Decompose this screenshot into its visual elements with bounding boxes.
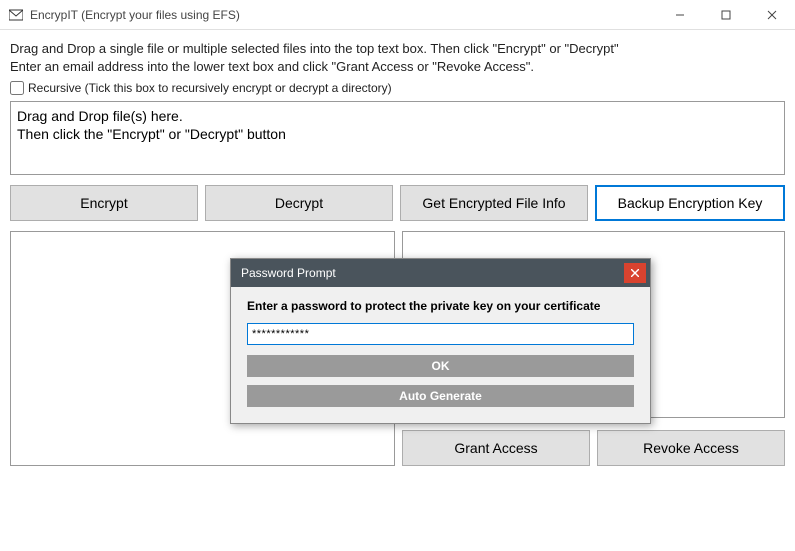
dialog-title: Password Prompt [241,266,336,280]
recursive-checkbox-row[interactable]: Recursive (Tick this box to recursively … [10,81,785,95]
window-controls [657,0,795,29]
app-icon [8,7,24,23]
password-input[interactable] [247,323,634,345]
instructions-text: Drag and Drop a single file or multiple … [10,40,785,75]
titlebar: EncrypIT (Encrypt your files using EFS) [0,0,795,30]
dialog-close-button[interactable] [624,263,646,283]
dialog-titlebar[interactable]: Password Prompt [231,259,650,287]
minimize-button[interactable] [657,0,703,29]
dropzone-line-1: Drag and Drop file(s) here. [17,107,778,125]
get-info-button[interactable]: Get Encrypted File Info [400,185,588,221]
recursive-label: Recursive (Tick this box to recursively … [28,81,392,95]
revoke-access-button[interactable]: Revoke Access [597,430,785,466]
instruction-line-2: Enter an email address into the lower te… [10,58,785,76]
decrypt-button[interactable]: Decrypt [205,185,393,221]
grant-access-button[interactable]: Grant Access [402,430,590,466]
password-prompt-dialog: Password Prompt Enter a password to prot… [230,258,651,424]
password-label: Enter a password to protect the private … [247,299,634,313]
maximize-button[interactable] [703,0,749,29]
encrypt-button[interactable]: Encrypt [10,185,198,221]
recursive-checkbox[interactable] [10,81,24,95]
dropzone-line-2: Then click the "Encrypt" or "Decrypt" bu… [17,125,778,143]
ok-button[interactable]: OK [247,355,634,377]
action-button-row: Encrypt Decrypt Get Encrypted File Info … [10,185,785,221]
file-dropzone[interactable]: Drag and Drop file(s) here. Then click t… [10,101,785,175]
backup-key-button[interactable]: Backup Encryption Key [595,185,785,221]
close-button[interactable] [749,0,795,29]
window-title: EncrypIT (Encrypt your files using EFS) [30,8,657,22]
access-button-row: Grant Access Revoke Access [402,430,785,466]
auto-generate-button[interactable]: Auto Generate [247,385,634,407]
dialog-body: Enter a password to protect the private … [231,287,650,423]
instruction-line-1: Drag and Drop a single file or multiple … [10,40,785,58]
